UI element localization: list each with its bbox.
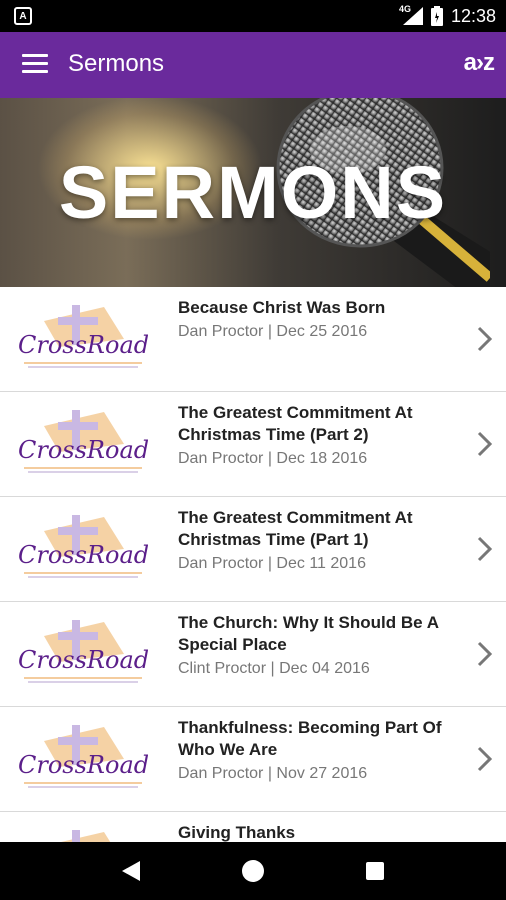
sermon-subtitle: Dan Proctor | Nov 27 2016	[178, 765, 368, 782]
crossroads-logo-thumbnail: CrossRoads	[18, 515, 148, 578]
crossroads-logo-thumbnail: CrossRoads	[18, 410, 148, 473]
sermon-title: Giving Thanks	[178, 823, 296, 842]
chevron-right-icon	[477, 536, 493, 562]
status-icons: 4G 12:38	[399, 0, 496, 32]
system-navigation-bar	[0, 842, 506, 900]
svg-text:CrossRoads: CrossRoads	[18, 751, 148, 779]
sermon-text: The Church: Why It Should Be A Special P…	[178, 612, 458, 680]
home-icon[interactable]	[239, 857, 267, 885]
sermon-text: The Greatest Commitment At Christmas Tim…	[178, 402, 458, 470]
sermon-text: The Greatest Commitment At Christmas Tim…	[178, 507, 458, 575]
crossroads-logo-thumbnail: CrossRoads	[18, 620, 148, 683]
chevron-right-icon	[477, 431, 493, 457]
svg-text:CrossRoads: CrossRoads	[18, 436, 148, 464]
sermon-list-item[interactable]: CrossRoads The Greatest Commitment At Ch…	[0, 497, 506, 602]
chevron-right-icon	[477, 746, 493, 772]
app-bar: Sermons a›z	[0, 32, 506, 98]
sermon-list: CrossRoads Because Christ Was Born Dan P…	[0, 287, 506, 900]
sermon-list-item[interactable]: CrossRoads Because Christ Was Born Dan P…	[0, 287, 506, 392]
sermon-text: Because Christ Was Born Dan Proctor | De…	[178, 297, 458, 343]
svg-text:CrossRoads: CrossRoads	[18, 331, 148, 359]
crossroads-logo-thumbnail: CrossRoads	[18, 305, 148, 368]
sermon-subtitle: Dan Proctor | Dec 18 2016	[178, 450, 368, 467]
banner-title: SERMONS	[58, 151, 448, 234]
signal-icon: 4G	[399, 4, 423, 25]
sermon-title: Because Christ Was Born	[178, 298, 386, 317]
notification-icon: A	[14, 7, 32, 25]
sermon-subtitle: Clint Proctor | Dec 04 2016	[178, 660, 370, 677]
sermon-list-item[interactable]: CrossRoads Thankfulness: Becoming Part O…	[0, 707, 506, 812]
chevron-right-icon	[477, 326, 493, 352]
back-icon[interactable]	[117, 857, 145, 885]
sermon-list-item[interactable]: CrossRoads The Greatest Commitment At Ch…	[0, 392, 506, 497]
page-title: Sermons	[68, 50, 165, 77]
recents-icon[interactable]	[361, 857, 389, 885]
svg-text:CrossRoads: CrossRoads	[18, 646, 148, 674]
sermon-subtitle: Dan Proctor | Dec 11 2016	[178, 555, 366, 572]
sort-az-icon[interactable]: a›z	[464, 49, 495, 77]
chevron-right-icon	[477, 641, 493, 667]
sermon-title: The Greatest Commitment At Christmas Tim…	[178, 508, 413, 549]
battery-icon	[430, 6, 443, 26]
header-banner-image: SERMONS	[0, 98, 506, 287]
sermon-title: Thankfulness: Becoming Part Of Who We Ar…	[178, 718, 442, 759]
sermon-title: The Church: Why It Should Be A Special P…	[178, 613, 439, 654]
sermon-text: Thankfulness: Becoming Part Of Who We Ar…	[178, 717, 458, 785]
crossroads-logo-thumbnail: CrossRoads	[18, 725, 148, 788]
sermon-subtitle: Dan Proctor | Dec 25 2016	[178, 323, 368, 340]
sermon-title: The Greatest Commitment At Christmas Tim…	[178, 403, 413, 444]
svg-text:CrossRoads: CrossRoads	[18, 541, 148, 569]
hamburger-menu-icon[interactable]	[22, 54, 48, 76]
clock: 12:38	[450, 5, 496, 26]
sermon-list-item[interactable]: CrossRoads The Church: Why It Should Be …	[0, 602, 506, 707]
status-bar: A 4G 12:38	[0, 0, 506, 32]
network-type: 4G	[398, 4, 411, 14]
